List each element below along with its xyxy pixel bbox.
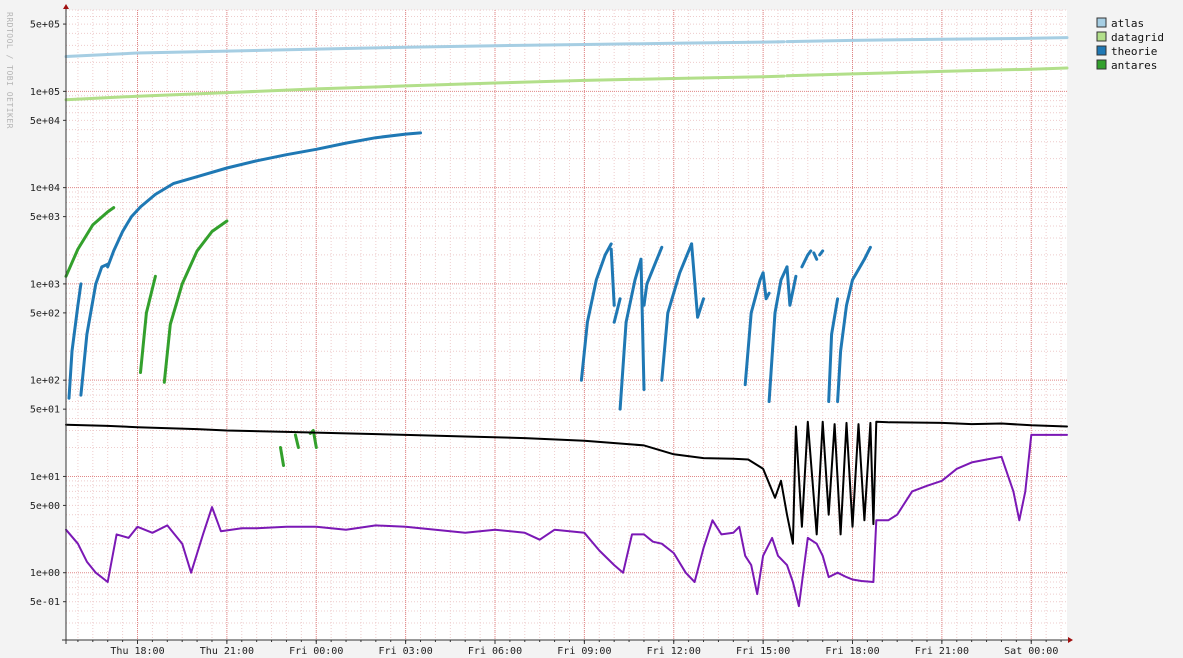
plot-area <box>66 10 1067 640</box>
y-tick-label: 5e+02 <box>30 308 60 319</box>
x-tick-label: Fri 21:00 <box>915 646 969 657</box>
y-tick-label: 1e+03 <box>30 279 60 290</box>
x-tick-label: Thu 18:00 <box>110 646 164 657</box>
legend-swatch <box>1096 31 1107 42</box>
x-tick-label: Fri 03:00 <box>379 646 433 657</box>
y-tick-label: 5e+04 <box>30 116 60 127</box>
y-tick-label: 5e+00 <box>30 501 60 512</box>
y-tick-label: 1e+05 <box>30 87 60 98</box>
y-tick-label: 1e+04 <box>30 183 60 194</box>
y-tick-label: 1e+02 <box>30 376 60 387</box>
legend-label: atlas <box>1111 17 1144 30</box>
y-tick-label: 5e+01 <box>30 405 60 416</box>
x-tick-label: Fri 18:00 <box>825 646 879 657</box>
watermark: RRDTOOL / TOBI OETIKER <box>5 12 14 129</box>
y-tick-label: 5e+05 <box>30 20 60 31</box>
x-tick-label: Fri 09:00 <box>557 646 611 657</box>
legend-label: datagrid <box>1111 31 1164 44</box>
x-tick-label: Fri 15:00 <box>736 646 790 657</box>
x-tick-label: Fri 06:00 <box>468 646 522 657</box>
y-tick-label: 5e-01 <box>30 597 60 608</box>
legend-swatch <box>1096 59 1107 70</box>
rrd-graph: 5e+05 1e+05 5e+04 1e+04 5e+03 1e+03 5e+02 1e+02… <box>0 0 1183 658</box>
y-tick-label: 5e+03 <box>30 212 60 223</box>
x-tick-label: Sat 00:00 <box>1004 646 1058 657</box>
x-tick-label: Thu 21:00 <box>200 646 254 657</box>
y-tick-label: 1e+00 <box>30 568 60 579</box>
x-tick-label: Fri 12:00 <box>647 646 701 657</box>
legend-swatch <box>1096 45 1107 56</box>
legend-label: antares <box>1111 59 1157 72</box>
legend-swatch <box>1096 17 1107 28</box>
legend-label: theorie <box>1111 45 1157 58</box>
y-tick-label: 1e+01 <box>30 472 60 483</box>
x-tick-label: Fri 00:00 <box>289 646 343 657</box>
